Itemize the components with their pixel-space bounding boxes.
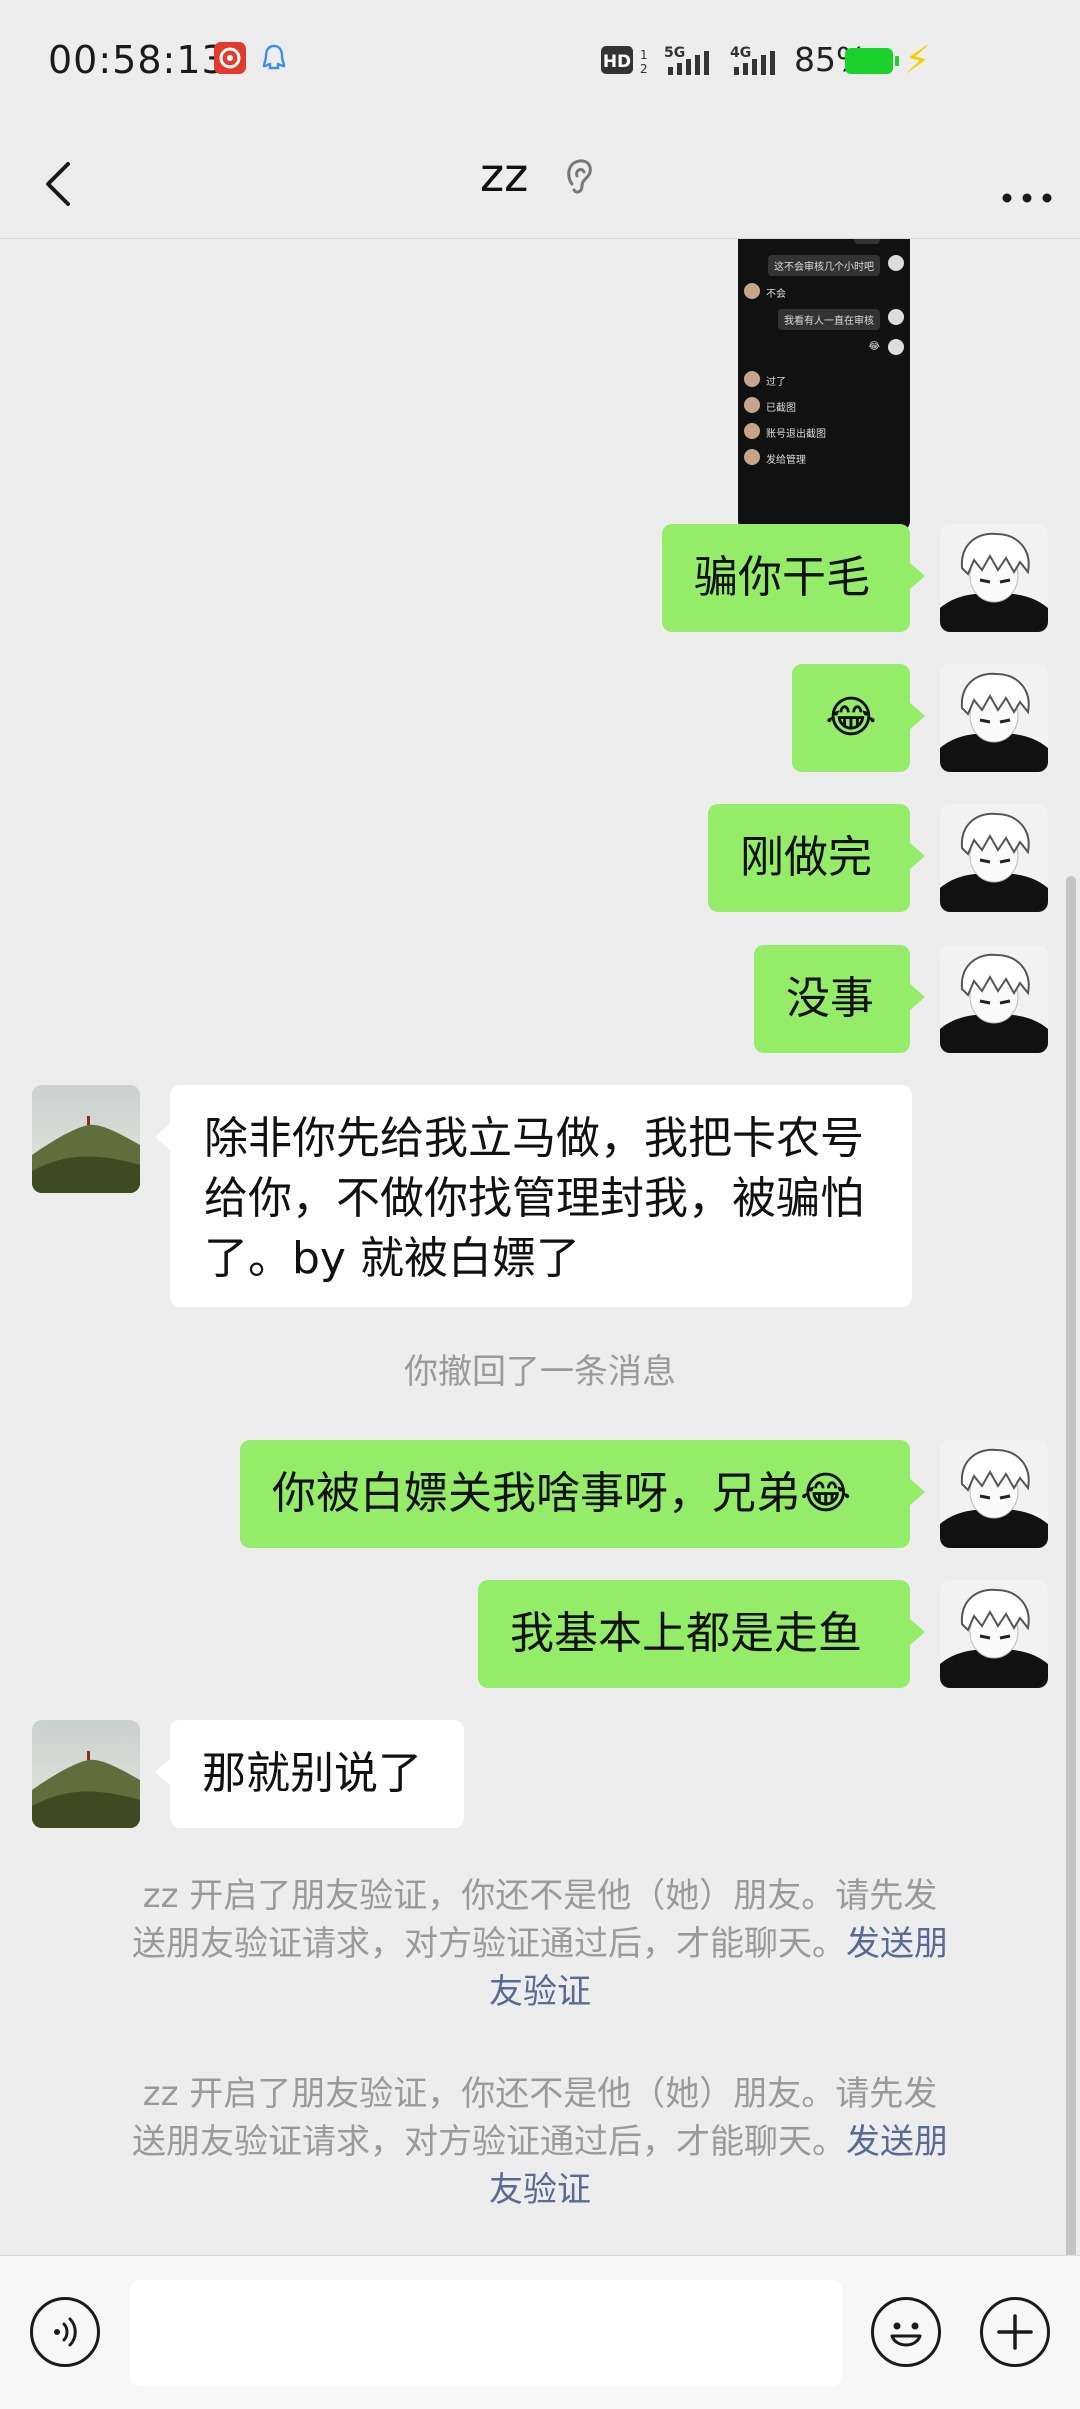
contact-avatar[interactable] [32,1720,140,1828]
thumb-avatar [744,423,760,439]
svg-text:2: 2 [640,62,648,76]
message-bubble-sent[interactable]: 刚做完 [708,804,925,912]
signal-5g-icon: 5G [664,45,709,75]
recall-notice: 你撤回了一条消息 [404,1352,676,1392]
voice-input-button[interactable] [30,2297,100,2367]
more-functions-button[interactable] [980,2297,1050,2367]
network-indicators: HD 1 2 5G 4G 85% [600,40,867,79]
signal-4g-icon: 4G [730,45,775,75]
thumb-line: 我看有人一直在审核 [778,309,880,330]
notice-line: 送朋友验证请求，对方验证通过后，才能聊天。发送朋 [90,2118,990,2166]
thumb-avatar [888,339,904,355]
message-input[interactable] [130,2280,842,2386]
thumb-line: 不会 [766,289,786,300]
send-verification-link[interactable]: 友验证 [90,1968,990,2016]
thumb-emoji: 😂 [868,341,880,352]
more-dots-icon [1002,193,1052,203]
image-message[interactable]: OK 这不会审核几个小时吧 不会 我看有人一直在审核 😂 过了 已截图 账号退出… [738,239,910,531]
thumb-avatar [744,283,760,299]
message-bubble-sent[interactable]: 😂 [792,664,925,772]
friend-verification-notice: zz 开启了朋友验证，你还不是他（她）朋友。请先发 送朋友验证请求，对方验证通过… [90,1872,990,2016]
chat-header: zz [0,128,1080,238]
send-verification-link[interactable]: 发送朋 [846,1924,948,1964]
input-bar [0,2255,1080,2409]
notice-line: zz 开启了朋友验证，你还不是他（她）朋友。请先发 [142,1876,938,1916]
plus-icon [997,2314,1033,2350]
svg-text:5G: 5G [664,45,685,61]
my-avatar[interactable] [940,945,1048,1053]
charging-icon: ⚡ [904,38,931,82]
send-verification-link[interactable]: 发送朋 [846,2122,948,2162]
my-avatar[interactable] [940,664,1048,772]
message-bubble-received[interactable]: 除非你先给我立马做，我把卡农号 给你，不做你找管理封我，被骗怕 了。by 就被白… [155,1085,912,1307]
notice-line: 送朋友验证请求，对方验证通过后，才能聊天。发送朋 [90,1920,990,1968]
thumb-avatar [744,397,760,413]
notice-line: zz 开启了朋友验证，你还不是他（她）朋友。请先发 [142,2074,938,2114]
svg-text:4G: 4G [730,45,751,61]
notice-text: 送朋友验证请求，对方验证通过后，才能聊天。 [132,1924,846,1964]
my-avatar[interactable] [940,524,1048,632]
qq-icon [258,42,290,74]
message-bubble-sent[interactable]: 骗你干毛 [662,524,925,632]
emoji-button[interactable] [871,2297,941,2367]
my-avatar[interactable] [940,1440,1048,1548]
thumb-avatar [744,371,760,387]
chat-title: zz [480,148,529,202]
my-avatar[interactable] [940,1580,1048,1688]
status-time: 00:58:13 [48,38,227,82]
thumb-line: 发给管理 [766,455,806,466]
netease-music-icon [214,42,246,74]
hd-icon: HD 12 [601,45,648,76]
thumb-line: 账号退出截图 [766,429,826,440]
thumb-line: OK [853,239,880,244]
voice-icon [54,2317,77,2347]
scrollbar[interactable] [1066,876,1076,2255]
thumb-avatar [744,449,760,465]
message-bubble-sent[interactable]: 没事 [754,945,925,1053]
chevron-left-icon [46,162,70,206]
message-bubble-received[interactable]: 那就别说了 [155,1720,464,1828]
earpiece-mode-icon [560,154,600,204]
thumb-avatar [888,255,904,271]
status-bar: 00:58:13 HD 1 2 5G 4G 85% ⚡ [0,0,1080,128]
notice-text: 送朋友验证请求，对方验证通过后，才能聊天。 [132,2122,846,2162]
contact-avatar[interactable] [32,1085,140,1193]
message-line: 给你，不做你找管理封我，被骗怕 [204,1173,864,1224]
message-line: 除非你先给我立马做，我把卡农号 [204,1113,864,1164]
message-line: 了。by 就被白嫖了 [204,1233,580,1284]
back-button[interactable] [32,144,112,224]
smiley-icon [890,2322,922,2347]
svg-text:1: 1 [640,48,648,62]
svg-text:HD: HD [603,52,631,72]
thumb-line: 这不会审核几个小时吧 [768,255,880,276]
message-bubble-sent[interactable]: 我基本上都是走鱼 [478,1580,925,1688]
send-verification-link[interactable]: 友验证 [90,2166,990,2214]
my-avatar[interactable] [940,804,1048,912]
friend-verification-notice: zz 开启了朋友验证，你还不是他（她）朋友。请先发 送朋友验证请求，对方验证通过… [90,2070,990,2214]
thumb-avatar [888,309,904,325]
thumb-line: 过了 [766,377,786,388]
message-bubble-sent[interactable]: 你被白嫖关我啥事呀，兄弟😂 [240,1440,925,1548]
more-options-button[interactable] [992,150,1062,220]
battery-icon [845,48,899,74]
thumb-line: 已截图 [766,403,796,414]
message-list[interactable]: OK 这不会审核几个小时吧 不会 我看有人一直在审核 😂 过了 已截图 账号退出… [0,239,1080,2255]
